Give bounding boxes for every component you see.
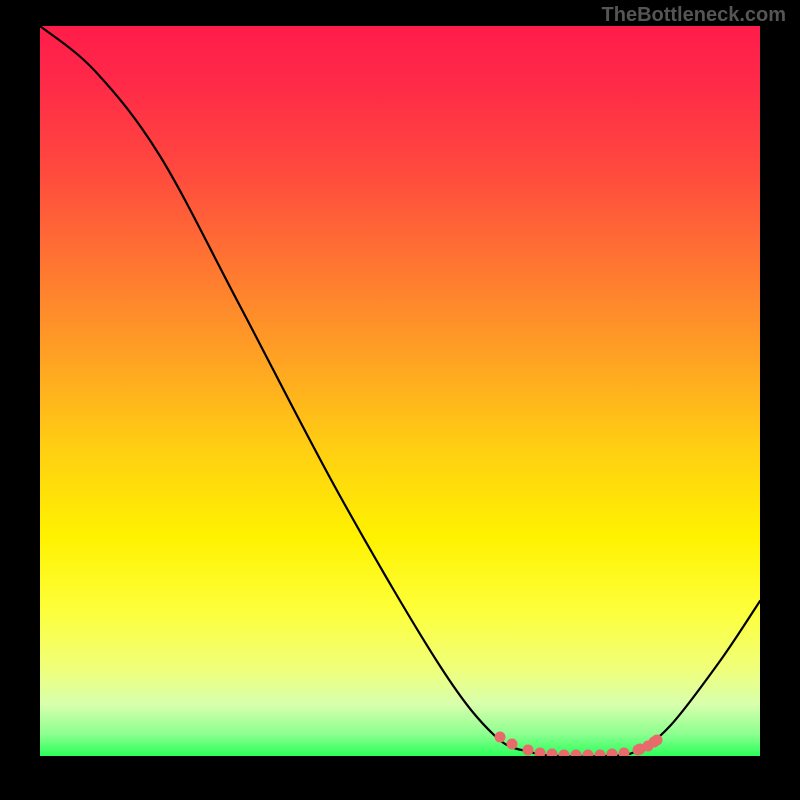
highlight-dot [523, 745, 534, 756]
highlight-dot [607, 749, 618, 757]
highlight-dot [583, 750, 594, 757]
highlight-dot [495, 732, 506, 743]
highlight-dot [559, 750, 570, 757]
chart-plot-area [40, 26, 760, 756]
highlight-dot [619, 748, 630, 757]
highlight-dot [547, 749, 558, 757]
bottleneck-curve-path [40, 26, 760, 756]
highlight-dot [571, 750, 582, 757]
highlight-dot [507, 739, 518, 750]
highlight-dot [652, 735, 663, 746]
highlight-dot [595, 750, 606, 757]
chart-svg [40, 26, 760, 756]
highlight-dot [535, 748, 546, 757]
highlight-markers [495, 732, 663, 757]
watermark-text: TheBottleneck.com [602, 4, 786, 27]
